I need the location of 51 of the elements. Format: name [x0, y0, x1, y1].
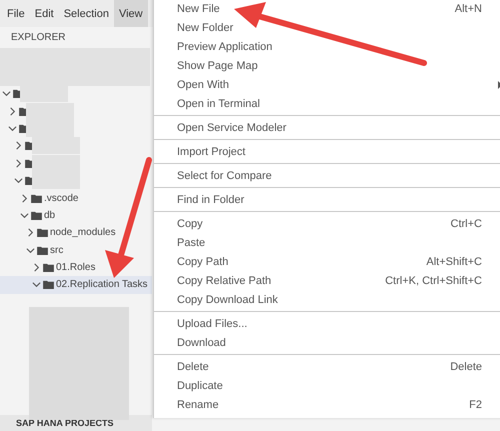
- folder-icon: [31, 210, 42, 220]
- explorer-title: EXPLORER: [11, 32, 66, 43]
- tree-item[interactable]: 02.Replication Tasks: [0, 276, 152, 294]
- context-menu-item[interactable]: Paste: [154, 233, 500, 252]
- folder-icon: [43, 280, 54, 290]
- chevron-right-icon: [8, 106, 17, 116]
- folder-icon: [37, 228, 48, 238]
- folder-icon: [31, 194, 42, 203]
- tree-item[interactable]: db: [0, 206, 152, 224]
- context-menu-item[interactable]: Import Project: [154, 142, 500, 161]
- redaction-block: [32, 172, 80, 190]
- chevron-right-icon: [32, 263, 41, 272]
- chevron-down-icon: [2, 89, 11, 98]
- chevron-right-icon: [26, 228, 35, 238]
- context-menu-item[interactable]: Copy Ctrl+C: [154, 214, 500, 233]
- context-menu-item[interactable]: Find in Folder: [154, 190, 500, 209]
- context-menu-item[interactable]: Show Page Map: [154, 56, 500, 75]
- context-menu-item[interactable]: New Folder: [154, 18, 500, 37]
- chevron-right-icon: [20, 194, 29, 203]
- chevron-down-icon: [8, 124, 17, 133]
- context-menu-item[interactable]: Copy Path Alt+Shift+C: [154, 252, 500, 271]
- chevron-down-icon: [26, 246, 35, 255]
- menu-item[interactable]: Edit: [30, 0, 59, 27]
- context-menu-item[interactable]: New File Alt+N: [154, 0, 500, 18]
- redaction-block: [26, 102, 74, 120]
- context-menu-item[interactable]: Download: [154, 333, 500, 352]
- chevron-down-icon: [14, 176, 23, 186]
- folder-icon: [37, 246, 48, 255]
- tree-item[interactable]: .vscode: [0, 189, 152, 207]
- folder-icon: [43, 263, 54, 272]
- redaction-block: [32, 137, 80, 154]
- context-menu-item[interactable]: Open Service Modeler: [154, 118, 500, 137]
- context-menu-item[interactable]: Rename F2: [154, 395, 500, 414]
- context-menu-item[interactable]: Delete Delete: [154, 357, 500, 376]
- context-menu-item[interactable]: Duplicate: [154, 376, 500, 395]
- context-menu-item[interactable]: Copy Relative Path Ctrl+K, Ctrl+Shift+C: [154, 271, 500, 290]
- menu-item[interactable]: View: [114, 0, 148, 27]
- redaction-block: [32, 154, 80, 172]
- menu-item[interactable]: Selection: [58, 0, 114, 27]
- chevron-down-icon: [32, 280, 41, 290]
- tree-item[interactable]: node_modules: [0, 224, 152, 242]
- context-menu-item[interactable]: Open in Terminal: [154, 94, 500, 113]
- menu-item[interactable]: File: [2, 0, 30, 27]
- context-menu-item[interactable]: Preview Application: [154, 37, 500, 56]
- context-menu-item[interactable]: Copy Download Link: [154, 290, 500, 309]
- context-menu-item[interactable]: Select for Compare: [154, 166, 500, 185]
- context-menu-item[interactable]: Upload Files...: [154, 314, 500, 333]
- context-menu-item[interactable]: Open With: [154, 75, 500, 94]
- tree-item[interactable]: src: [0, 242, 152, 259]
- chevron-down-icon: [20, 210, 29, 220]
- tree-item[interactable]: 01.Roles: [0, 258, 152, 276]
